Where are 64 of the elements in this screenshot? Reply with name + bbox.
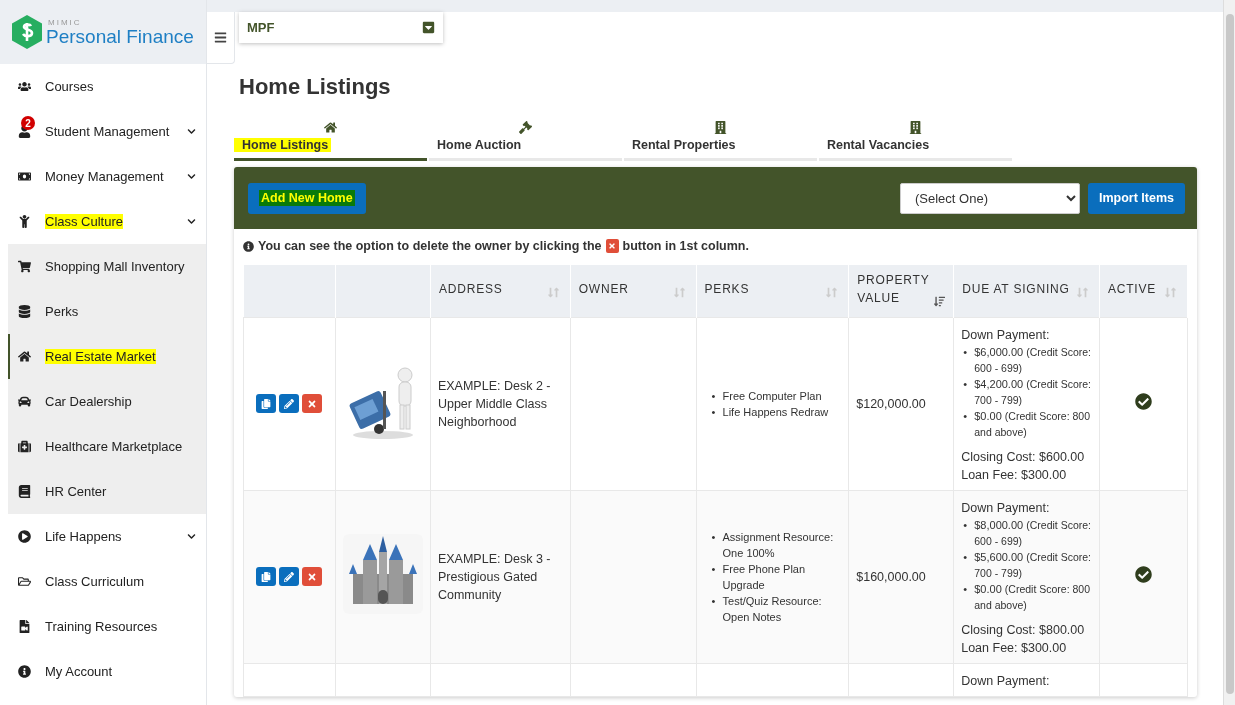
note-text: You can see the option to delete the owner by clicking the — [258, 239, 602, 253]
perk-text: Free Phone Plan Upgrade — [722, 561, 807, 593]
notification-badge: 2 — [21, 116, 35, 130]
bullet: • — [711, 388, 717, 404]
property-value: $120,000.00 — [856, 396, 926, 411]
column-header[interactable]: PERKS — [704, 279, 750, 298]
sidebar-item[interactable]: 2 Student Management — [0, 109, 206, 154]
column-header[interactable]: OWNER — [578, 279, 629, 298]
bullet: • — [963, 581, 969, 597]
app-name: Personal Finance — [46, 26, 194, 46]
add-home-button[interactable]: Add New Home — [248, 182, 366, 214]
bullet: • — [963, 408, 969, 424]
closing-cost: Closing Cost: $800.00 — [961, 621, 1086, 639]
tab[interactable]: Rental Properties — [624, 114, 817, 161]
address-text: EXAMPLE: Desk 3 - Prestigious Gated Community — [437, 551, 551, 602]
loan-fee: Loan Fee: $300.00 — [961, 639, 1068, 657]
page-title: Home Listings — [239, 74, 392, 100]
column-header[interactable]: ADDRESS — [438, 279, 503, 298]
bullet: • — [963, 376, 969, 392]
perk-text: Test/Quiz Resource: Open Notes — [722, 593, 823, 625]
sidebar-item[interactable]: Life Happens — [0, 514, 206, 559]
down-payment-label: Down Payment: — [961, 326, 1051, 344]
bullet: • — [711, 529, 717, 545]
address-text: EXAMPLE: Desk 2 - Upper Middle Class Neighborhood — [437, 378, 551, 429]
bullet: • — [711, 593, 717, 609]
sidebar-item[interactable]: Shopping Mall Inventory — [8, 244, 206, 289]
bullet: • — [711, 561, 717, 577]
sidebar-item[interactable]: Courses — [0, 64, 206, 109]
tab[interactable]: Home Listings — [234, 114, 427, 161]
down-payment-option-text: $0.00 (Credit Score: 800 and above) — [974, 581, 1092, 613]
sidebar-item[interactable]: My Account — [0, 649, 206, 694]
down-payment-label: Down Payment: — [961, 499, 1051, 517]
note-text: button in 1st column. — [622, 239, 749, 253]
down-payment-option-text: $8,000.00 (Credit Score: 600 - 699) — [974, 517, 1092, 549]
sidebar-item[interactable]: Perks — [8, 289, 206, 334]
bullet: • — [963, 517, 969, 533]
down-payment-option-text: $4,200.00 (Credit Score: 700 - 799) — [974, 376, 1092, 408]
down-payment-label: Down Payment: — [961, 672, 1051, 690]
down-payment-option-text: $0.00 (Credit Score: 800 and above) — [974, 408, 1092, 440]
tab[interactable]: Rental Vacancies — [819, 114, 1012, 161]
import-items-button[interactable]: Import Items — [1088, 182, 1185, 214]
sidebar-item[interactable]: Car Dealership — [8, 379, 206, 424]
sidebar-item[interactable]: Class Culture — [0, 199, 206, 244]
bullet: • — [963, 344, 969, 360]
loan-fee: Loan Fee: $300.00 — [961, 466, 1068, 484]
sidebar-item[interactable]: Money Management — [0, 154, 206, 199]
sidebar-item[interactable]: Class Curriculum — [0, 559, 206, 604]
perk-text: Life Happens Redraw — [722, 404, 829, 420]
sidebar-item[interactable]: Healthcare Marketplace — [8, 424, 206, 469]
property-value: $160,000.00 — [856, 569, 926, 584]
down-payment-option-text: $5,600.00 (Credit Score: 700 - 799) — [974, 549, 1092, 581]
tab[interactable]: Home Auction — [429, 114, 622, 161]
category-select[interactable]: (Select One) — [900, 182, 1080, 214]
bullet: • — [963, 549, 969, 565]
perk-text: Assignment Resource: One 100% — [722, 529, 835, 561]
brand-text: MIMIC — [48, 18, 83, 27]
sidebar-item[interactable]: Training Resources — [0, 604, 206, 649]
down-payment-option-text: $6,000.00 (Credit Score: 600 - 699) — [974, 344, 1092, 376]
course-select[interactable]: MPF — [239, 12, 443, 43]
closing-cost: Closing Cost: $600.00 — [961, 448, 1086, 466]
bullet: • — [711, 404, 717, 420]
sidebar-item[interactable]: Real Estate Market — [8, 334, 206, 379]
perk-text: Free Computer Plan — [722, 388, 822, 404]
sidebar-item[interactable]: HR Center — [8, 469, 206, 514]
